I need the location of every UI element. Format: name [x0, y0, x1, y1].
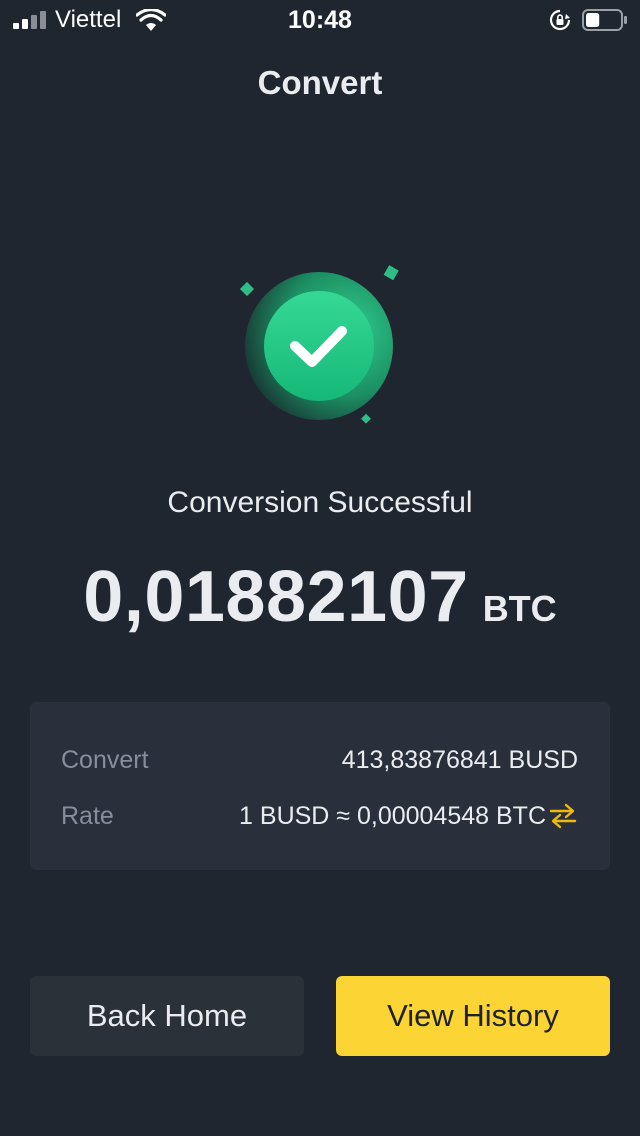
convert-value: 413,83876841 BUSD	[341, 745, 578, 774]
convert-success-screen: Viettel 10:48 Convert Conversion Success…	[0, 0, 640, 1136]
battery-icon	[582, 9, 627, 31]
page-title: Convert	[257, 64, 383, 101]
converted-amount: 0,01882107 BTC	[0, 556, 640, 638]
conversion-details-card: Convert 413,83876841 BUSD Rate 1 BUSD ≈ …	[30, 702, 610, 870]
amount-value: 0,01882107	[83, 557, 469, 637]
amount-unit: BTC	[482, 588, 557, 629]
rate-value-group: 1 BUSD ≈ 0,00004548 BTC	[239, 802, 578, 831]
view-history-button[interactable]: View History	[336, 976, 610, 1056]
rotation-lock-icon	[549, 9, 571, 31]
rate-value: 1 BUSD ≈ 0,00004548 BTC	[239, 801, 546, 830]
swap-rate-icon[interactable]	[548, 803, 578, 829]
clock-time: 10:48	[288, 6, 352, 34]
convert-label: Convert	[61, 745, 149, 774]
rate-label: Rate	[61, 801, 114, 830]
success-check-icon	[239, 265, 399, 424]
status-bar: Viettel 10:48	[0, 0, 640, 40]
success-message: Conversion Successful	[167, 486, 473, 519]
rate-row: Rate 1 BUSD ≈ 0,00004548 BTC	[61, 799, 578, 833]
back-home-button[interactable]: Back Home	[30, 976, 304, 1056]
convert-row: Convert 413,83876841 BUSD	[61, 743, 578, 777]
